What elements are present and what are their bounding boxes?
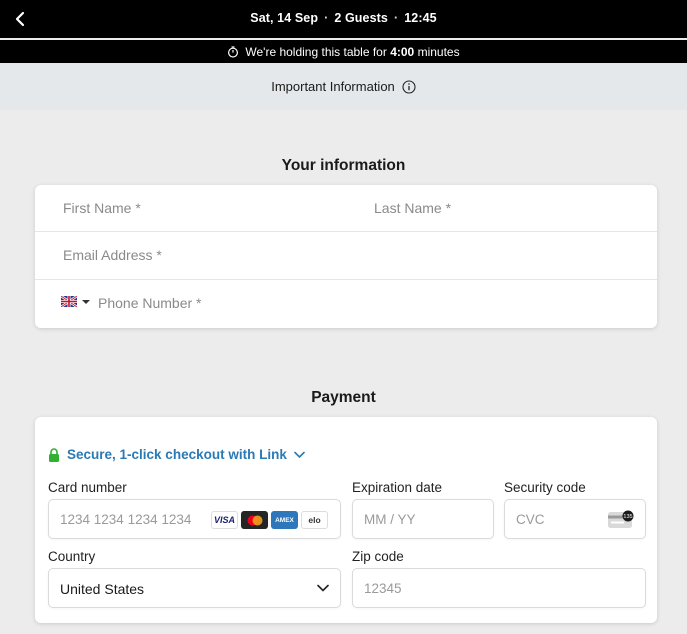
first-name-input[interactable]: First Name * bbox=[63, 200, 353, 220]
amex-icon: AMEX bbox=[271, 511, 298, 529]
expiration-label: Expiration date bbox=[352, 480, 443, 495]
mastercard-icon bbox=[241, 511, 268, 529]
cvc-card-icon: 135 bbox=[608, 510, 634, 528]
booking-time: 12:45 bbox=[404, 11, 437, 25]
chevron-down-icon bbox=[317, 584, 329, 592]
country-code-selector[interactable] bbox=[61, 296, 90, 307]
security-code-label: Security code bbox=[504, 480, 586, 495]
card-number-label: Card number bbox=[48, 480, 127, 495]
your-information-card: First Name * Last Name * Email Address *… bbox=[35, 185, 657, 328]
separator: · bbox=[393, 11, 399, 25]
chevron-down-icon bbox=[294, 451, 305, 458]
caret-down-icon bbox=[82, 299, 90, 304]
payment-title: Payment bbox=[311, 389, 376, 406]
link-checkout-label: Secure, 1-click checkout with Link bbox=[67, 447, 287, 462]
payment-card: Secure, 1-click checkout with Link Card … bbox=[35, 417, 657, 623]
uk-flag-icon bbox=[61, 296, 77, 307]
info-icon bbox=[402, 79, 416, 94]
country-label: Country bbox=[48, 549, 96, 564]
stopwatch-icon bbox=[228, 45, 239, 58]
visa-icon: VISA bbox=[211, 511, 238, 529]
booking-date: Sat, 14 Sep bbox=[250, 11, 319, 25]
hold-prefix: We're holding this table for bbox=[245, 44, 387, 59]
zip-code-label: Zip code bbox=[352, 549, 404, 564]
hold-timer-bar: We're holding this table for 4:00 minute… bbox=[0, 40, 687, 63]
separator: · bbox=[324, 11, 329, 25]
hold-time-left: 4:00 bbox=[390, 44, 415, 59]
hold-text: We're holding this table for 4:00 minute… bbox=[245, 45, 459, 59]
name-row: First Name * Last Name * bbox=[35, 185, 657, 232]
your-information-title: Your information bbox=[281, 157, 406, 174]
link-checkout-toggle[interactable]: Secure, 1-click checkout with Link bbox=[48, 447, 305, 462]
lock-icon bbox=[49, 447, 59, 462]
expiration-input[interactable]: MM / YY bbox=[352, 499, 494, 539]
phone-row: Phone Number * bbox=[35, 280, 657, 328]
security-code-input[interactable]: CVC 135 bbox=[504, 499, 646, 539]
email-row: Email Address * bbox=[35, 232, 657, 280]
country-select[interactable]: United States bbox=[48, 568, 341, 608]
last-name-input[interactable]: Last Name * bbox=[374, 200, 644, 220]
important-information-button[interactable]: Important Information bbox=[0, 63, 687, 110]
expiration-placeholder: MM / YY bbox=[364, 512, 416, 527]
zip-code-input[interactable]: 12345 bbox=[352, 568, 646, 608]
top-bar: Sat, 14 Sep · 2 Guests · 12:45 bbox=[0, 0, 687, 38]
security-code-placeholder: CVC bbox=[516, 512, 545, 527]
phone-input[interactable]: Phone Number * bbox=[98, 295, 638, 315]
zip-code-placeholder: 12345 bbox=[364, 581, 402, 596]
booking-guests: 2 Guests bbox=[334, 11, 388, 25]
card-number-placeholder: 1234 1234 1234 1234 bbox=[60, 512, 192, 527]
svg-text:135: 135 bbox=[623, 514, 632, 520]
elo-icon: elo bbox=[301, 511, 328, 529]
important-information-label: Important Information bbox=[271, 79, 395, 94]
email-input[interactable]: Email Address * bbox=[63, 247, 633, 267]
card-brands: VISA AMEX elo bbox=[211, 511, 328, 529]
hold-suffix: minutes bbox=[417, 44, 460, 59]
booking-summary: Sat, 14 Sep · 2 Guests · 12:45 bbox=[0, 11, 687, 25]
country-value: United States bbox=[60, 581, 145, 597]
card-number-input[interactable]: 1234 1234 1234 1234 VISA AMEX elo bbox=[48, 499, 341, 539]
